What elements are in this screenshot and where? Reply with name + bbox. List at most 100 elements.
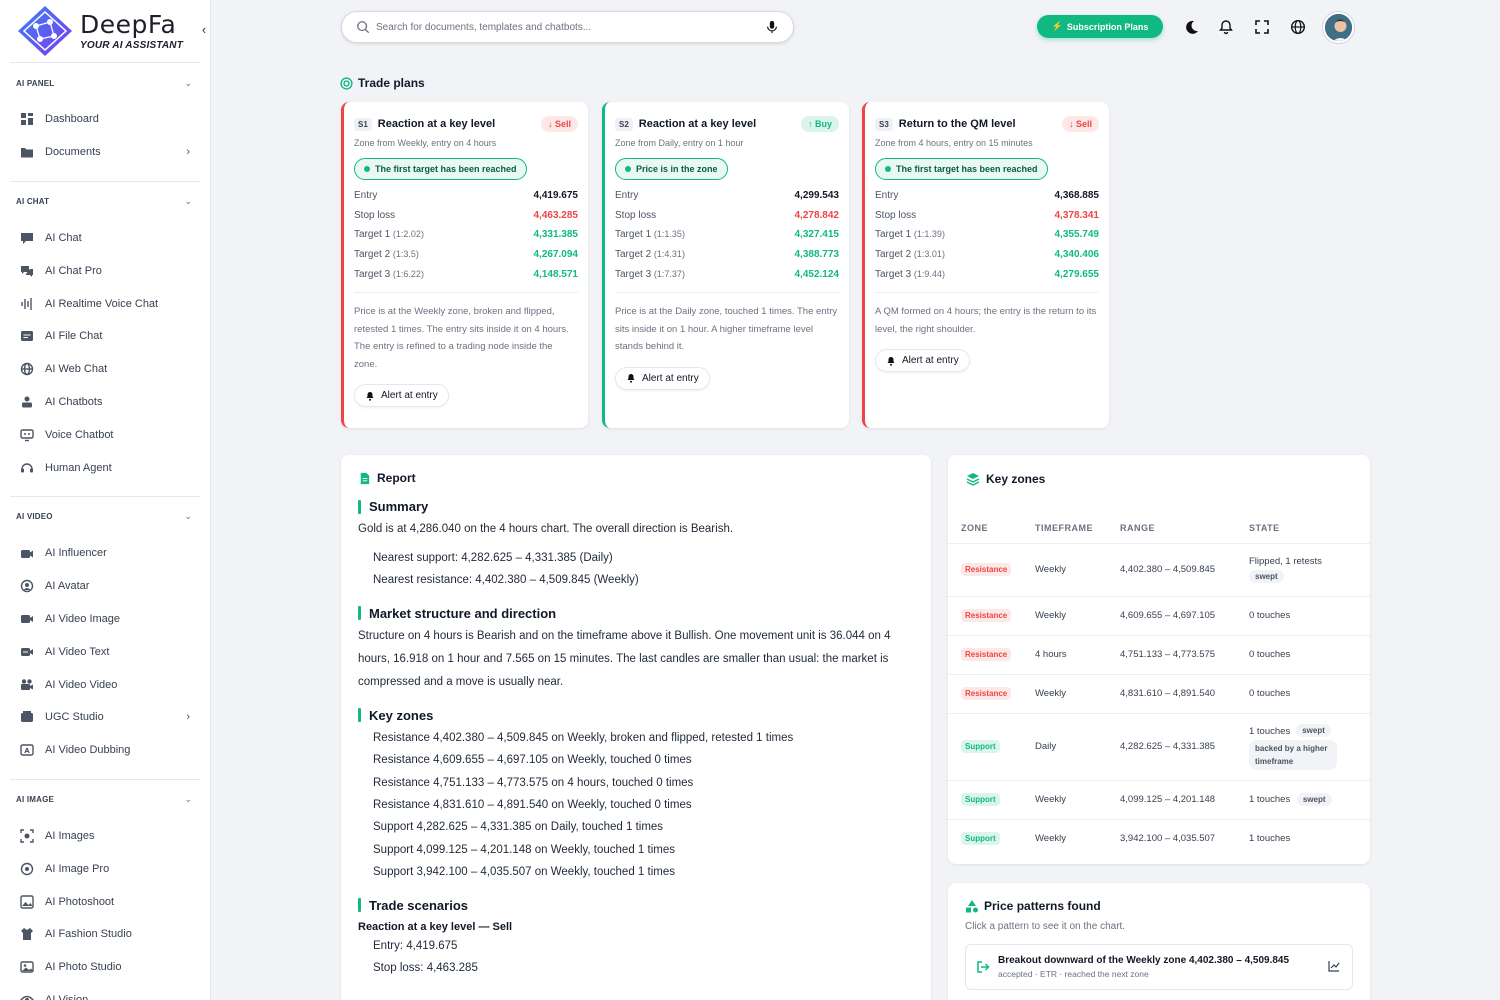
target-row: Target 2 (1:4.31) 4,388.773 — [615, 245, 839, 265]
sidebar-item-ai-fashion-studio[interactable]: AI Fashion Studio — [0, 918, 210, 951]
target-label: Target 2 — [354, 249, 391, 261]
table-row[interactable]: Support Daily 4,282.625 – 4,331.385 1 to… — [948, 713, 1370, 781]
sidebar-item-label: Documents — [45, 146, 101, 159]
zone-state: 0 touches — [1249, 610, 1291, 621]
section-header-ai-image[interactable]: AI IMAGE ⌄ — [0, 780, 210, 820]
alert-at-entry-button[interactable]: Alert at entry — [354, 384, 449, 408]
zone-range: 4,099.125 – 4,201.148 — [1120, 780, 1249, 820]
alert-label: Alert at entry — [902, 355, 959, 367]
target-row: Target 3 (1:7.37) 4,452.124 — [615, 264, 839, 284]
entry-row: Entry 4,299.543 — [615, 186, 839, 206]
pattern-title: Breakout downward of the Weekly zone 4,4… — [998, 955, 1290, 966]
dark-mode-icon[interactable] — [1184, 19, 1200, 35]
section-header-ai-video[interactable]: AI VIDEO ⌄ — [0, 497, 210, 537]
scenario-id: S2 — [615, 117, 633, 131]
structure-heading: Market structure and direction — [358, 606, 914, 621]
influencer-icon — [20, 546, 34, 560]
table-row[interactable]: Resistance 4 hours 4,751.133 – 4,773.575… — [948, 635, 1370, 675]
sidebar-item-ai-web-chat[interactable]: AI Web Chat — [0, 353, 210, 386]
table-row[interactable]: Support Weekly 4,099.125 – 4,201.148 1 t… — [948, 780, 1370, 820]
zone-state: 1 touches — [1249, 725, 1291, 737]
bell-icon[interactable] — [1218, 19, 1234, 35]
headset-icon — [20, 461, 34, 475]
sidebar-item-ai-images[interactable]: AI Images — [0, 820, 210, 853]
target-row: Target 1 (1:2.02) 4,331.385 — [354, 225, 578, 245]
sidebar-item-ai-chatbots[interactable]: AI Chatbots — [0, 386, 210, 419]
sidebar-item-ai-video-video[interactable]: AI Video Video — [0, 668, 210, 701]
scenario-id: S3 — [875, 117, 893, 131]
sidebar-collapse-icon[interactable]: ‹ — [196, 22, 210, 38]
trade-plan-card[interactable]: S1 Reaction at a key level ↓ Sell Zone f… — [341, 102, 588, 428]
search-bar[interactable] — [341, 11, 794, 43]
subscription-label: Subscription Plans — [1066, 21, 1149, 32]
levels: Entry 4,299.543 Stop loss 4,278.842 Target… — [615, 186, 839, 284]
sidebar-item-ai-photoshoot[interactable]: AI Photoshoot — [0, 885, 210, 918]
chevron-right-icon: › — [186, 146, 190, 159]
sidebar-item-human-agent[interactable]: Human Agent — [0, 451, 210, 484]
sidebar-item-ai-chat-pro[interactable]: AI Chat Pro — [0, 254, 210, 287]
alert-at-entry-button[interactable]: Alert at entry — [875, 349, 970, 373]
fullscreen-icon[interactable] — [1254, 19, 1270, 35]
scenario-id: S1 — [354, 117, 372, 131]
trade-plan-card[interactable]: S3 Return to the QM level ↓ Sell Zone fr… — [862, 102, 1109, 428]
zone-tag: backed by a higher timeframe — [1249, 739, 1337, 770]
user-avatar[interactable] — [1323, 12, 1354, 43]
sidebar-item-label: AI Photo Studio — [45, 961, 122, 974]
target-ratio: (1:7.37) — [653, 268, 685, 279]
section-header-ai-chat[interactable]: AI CHAT ⌄ — [0, 182, 210, 222]
sidebar-item-ai-video-dubbing[interactable]: A AI Video Dubbing — [0, 734, 210, 767]
sidebar-item-documents[interactable]: Documents › — [0, 136, 210, 169]
table-row[interactable]: Resistance Weekly 4,831.610 – 4,891.540 … — [948, 674, 1370, 714]
sidebar-item-ai-image-pro[interactable]: AI Image Pro — [0, 852, 210, 885]
target-label: Target 3 — [354, 268, 391, 280]
sidebar-item-dashboard[interactable]: Dashboard — [0, 103, 210, 136]
section-header-ai-panel[interactable]: AI PANEL ⌄ — [0, 63, 210, 103]
table-row[interactable]: Resistance Weekly 4,609.655 – 4,697.105 … — [948, 596, 1370, 636]
sidebar-item-ai-chat[interactable]: AI Chat — [0, 222, 210, 255]
logo[interactable]: DeepFa YOUR AI ASSISTANT ‹ — [0, 0, 210, 62]
sidebar-item-label: Dashboard — [45, 113, 99, 126]
search-input[interactable] — [376, 21, 756, 33]
search-icon — [357, 21, 370, 34]
zone-state: 1 touches — [1249, 794, 1291, 805]
status-dot-icon — [625, 166, 631, 172]
arrow-up-icon: ↑ — [807, 119, 813, 129]
table-row[interactable]: Resistance Weekly 4,402.380 – 4,509.845 … — [948, 543, 1370, 597]
image-pro-icon — [20, 862, 34, 876]
sidebar-item-ai-video-text[interactable]: AI Video Text — [0, 635, 210, 668]
stop-label: Stop loss — [875, 209, 917, 221]
target-ratio: (1:3.01) — [913, 249, 945, 260]
zone-type-badge: Resistance — [961, 609, 1012, 622]
mic-icon[interactable] — [765, 20, 779, 34]
target-value: 4,355.749 — [1054, 229, 1100, 241]
trade-plan-card[interactable]: S2 Reaction at a key level ↑ Buy Zone fr… — [602, 102, 849, 428]
scenarios-heading: Trade scenarios — [358, 898, 914, 913]
card-subtitle: Zone from Weekly, entry on 4 hours — [354, 138, 497, 148]
sidebar-item-voice-chatbot[interactable]: Voice Chatbot — [0, 418, 210, 451]
folder-icon — [20, 145, 34, 159]
zones-heading: Key zones — [358, 708, 914, 723]
sidebar-item-ai-realtime-voice-chat[interactable]: AI Realtime Voice Chat — [0, 287, 210, 320]
sidebar-item-ai-photo-studio[interactable]: AI Photo Studio — [0, 951, 210, 984]
sidebar-item-label: Voice Chatbot — [45, 428, 114, 441]
zone-timeframe: Weekly — [1035, 543, 1120, 597]
table-row[interactable]: Support Weekly 3,942.100 – 4,035.507 1 t… — [948, 819, 1370, 858]
scenario-list: Entry: 4,419.675 Stop loss: 4,463.285 — [358, 935, 914, 980]
video-text-icon — [20, 645, 34, 659]
sidebar-item-ai-video-image[interactable]: AI Video Image — [0, 603, 210, 636]
sidebar-item-ai-avatar[interactable]: AI Avatar — [0, 570, 210, 603]
zone-timeframe: Weekly — [1035, 780, 1120, 820]
language-globe-icon[interactable] — [1290, 19, 1306, 35]
subscription-plans-button[interactable]: ⚡ Subscription Plans — [1037, 15, 1163, 38]
status-text: The first target has been reached — [375, 164, 517, 174]
bell-icon — [887, 356, 895, 366]
sidebar-item-ai-file-chat[interactable]: AI File Chat — [0, 320, 210, 353]
sidebar-item-ai-vision[interactable]: AI Vision — [0, 984, 210, 1000]
sidebar-item-ugc-studio[interactable]: UGC Studio › — [0, 701, 210, 734]
pattern-item[interactable]: Breakout downward of the Weekly zone 4,4… — [965, 944, 1353, 990]
chart-icon[interactable] — [1328, 960, 1340, 972]
sidebar-item-ai-influencer[interactable]: AI Influencer — [0, 537, 210, 570]
list-item: Resistance 4,609.655 – 4,697.105 on Week… — [373, 754, 692, 767]
alert-at-entry-button[interactable]: Alert at entry — [615, 366, 710, 390]
sidebar-item-label: AI Video Text — [45, 645, 110, 658]
